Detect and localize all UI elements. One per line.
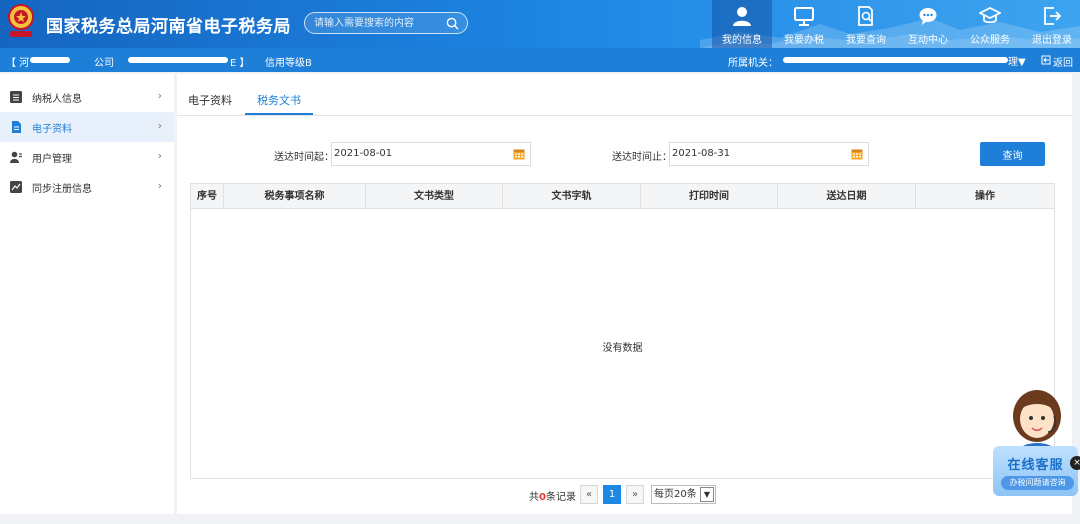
chevron-right-icon: › [157,89,162,102]
end-date-field[interactable] [669,142,869,166]
documents-table: 序号 税务事项名称 文书类型 文书字轨 打印时间 送达日期 操作 没有数据 [190,183,1055,479]
authority-label: 所属机关： [728,58,778,69]
sidebar-item-taxpayer-info[interactable]: 纳税人信息 › [0,82,174,112]
search-icon[interactable] [446,17,459,30]
search-box[interactable] [304,12,468,34]
nav-my-info[interactable]: 我的信息 [712,0,772,48]
page-size-select[interactable]: 每页20条 ▼ [651,485,716,504]
column-header: 序号 [191,184,224,209]
taxpayer-info-bar: 【 河 公司 E 】 信用等级B 所属机关： 理▼ 返回 [0,48,1080,72]
service-label-box[interactable]: 在线客服 办税问题请咨询 [993,446,1078,496]
service-title: 在线客服 [1007,458,1064,473]
nav-label: 我的信息 [722,35,762,46]
sidebar-item-label: 同步注册信息 [32,184,92,195]
logout-icon [1044,7,1062,25]
calendar-icon[interactable] [513,148,525,160]
redacted-block [30,57,70,63]
column-header: 税务事项名称 [224,184,366,209]
sidebar-item-label: 电子资料 [32,124,72,135]
column-header: 文书字轨 [503,184,641,209]
column-header: 送达日期 [778,184,916,209]
service-agent-avatar [1013,390,1061,452]
table-header: 序号 税务事项名称 文书类型 文书字轨 打印时间 送达日期 操作 [191,184,1054,209]
user-manage-icon [10,151,22,163]
nav-label: 我要办税 [784,35,824,46]
search-input[interactable] [314,16,439,31]
redacted-block [128,57,228,63]
graduation-cap-icon [979,6,1001,24]
current-page-button[interactable]: 1 [603,485,621,504]
active-tab-indicator [245,113,313,115]
nav-label: 我要查询 [846,35,886,46]
column-header: 操作 [975,191,995,202]
sidebar-item-user-management[interactable]: 用户管理 › [0,142,174,172]
chat-bubble-icon [919,8,937,25]
chart-icon [10,181,22,193]
top-header: 国家税务总局河南省电子税务局 我的信息 我要办税 我要查询 [0,0,1080,48]
chevron-down-icon: ▼ [700,487,714,502]
sidebar-item-label: 纳税人信息 [32,94,82,105]
page-size-value: 每页20条 [654,489,697,500]
nav-query[interactable]: 我要查询 [836,0,896,48]
bottom-strip [0,514,1080,524]
chevron-right-icon: › [157,179,162,192]
company-name-prefix: 【 河 [6,58,30,69]
main-panel: 电子资料 税务文书 送达时间起： 送达时间止： 查询 序号 税务事项名称 文书类… [177,74,1072,514]
prev-page-button[interactable]: « [580,485,598,504]
chevron-right-icon: › [157,149,162,162]
nav-label: 退出登录 [1032,35,1072,46]
back-icon[interactable] [1041,55,1051,65]
nav-logout[interactable]: 退出登录 [1022,0,1080,48]
nav-do-tax[interactable]: 我要办税 [774,0,834,48]
authority-dropdown[interactable]: 理▼ [1008,53,1026,68]
company-name-mid: 公司 [94,58,114,69]
tabs-divider [177,115,1072,116]
nav-public-service[interactable]: 公众服务 [960,0,1020,48]
start-date-field[interactable] [331,142,531,166]
online-service-widget[interactable]: 在线客服 办税问题请咨询 [990,380,1080,500]
nav-label: 公众服务 [970,35,1010,46]
close-icon[interactable]: × [1070,456,1080,470]
next-page-button[interactable]: » [626,485,644,504]
redacted-block [783,57,1008,63]
empty-message: 没有数据 [602,343,643,354]
back-link[interactable]: 返回 [1053,54,1073,69]
chevron-right-icon: › [157,119,162,132]
column-header: 打印时间 [641,184,778,209]
credit-level: 信用等级B [265,58,312,69]
document-search-icon [858,6,873,26]
record-count: 共0条记录 [529,492,576,503]
tab-tax-documents[interactable]: 税务文书 [257,92,301,108]
column-header: 文书类型 [366,184,503,209]
site-title: 国家税务总局河南省电子税务局 [46,17,291,37]
end-date-input[interactable] [672,148,842,159]
user-icon [733,7,751,26]
start-date-label: 送达时间起： [274,152,334,163]
company-name-suffix: E 】 [230,58,250,69]
sidebar-item-sync-registration[interactable]: 同步注册信息 › [0,172,174,202]
calendar-icon[interactable] [851,148,863,160]
sidebar-item-e-documents[interactable]: 电子资料 › [0,112,174,142]
pagination: 共0条记录 « 1 » 每页20条 ▼ [177,484,1072,504]
monitor-icon [794,7,814,26]
nav-interaction[interactable]: 互动中心 [898,0,958,48]
query-button[interactable]: 查询 [980,142,1045,166]
sidebar: 纳税人信息 › 电子资料 › 用户管理 › 同步注册信息 › [0,74,174,524]
start-date-input[interactable] [334,148,504,159]
tax-emblem-icon [8,4,34,37]
service-subtitle: 办税问题请咨询 [1001,476,1074,490]
nav-label: 互动中心 [908,35,948,46]
tab-e-documents[interactable]: 电子资料 [188,92,232,108]
end-date-label: 送达时间止： [612,152,672,163]
sidebar-item-label: 用户管理 [32,154,72,165]
file-icon [12,121,21,133]
list-icon [10,91,22,103]
